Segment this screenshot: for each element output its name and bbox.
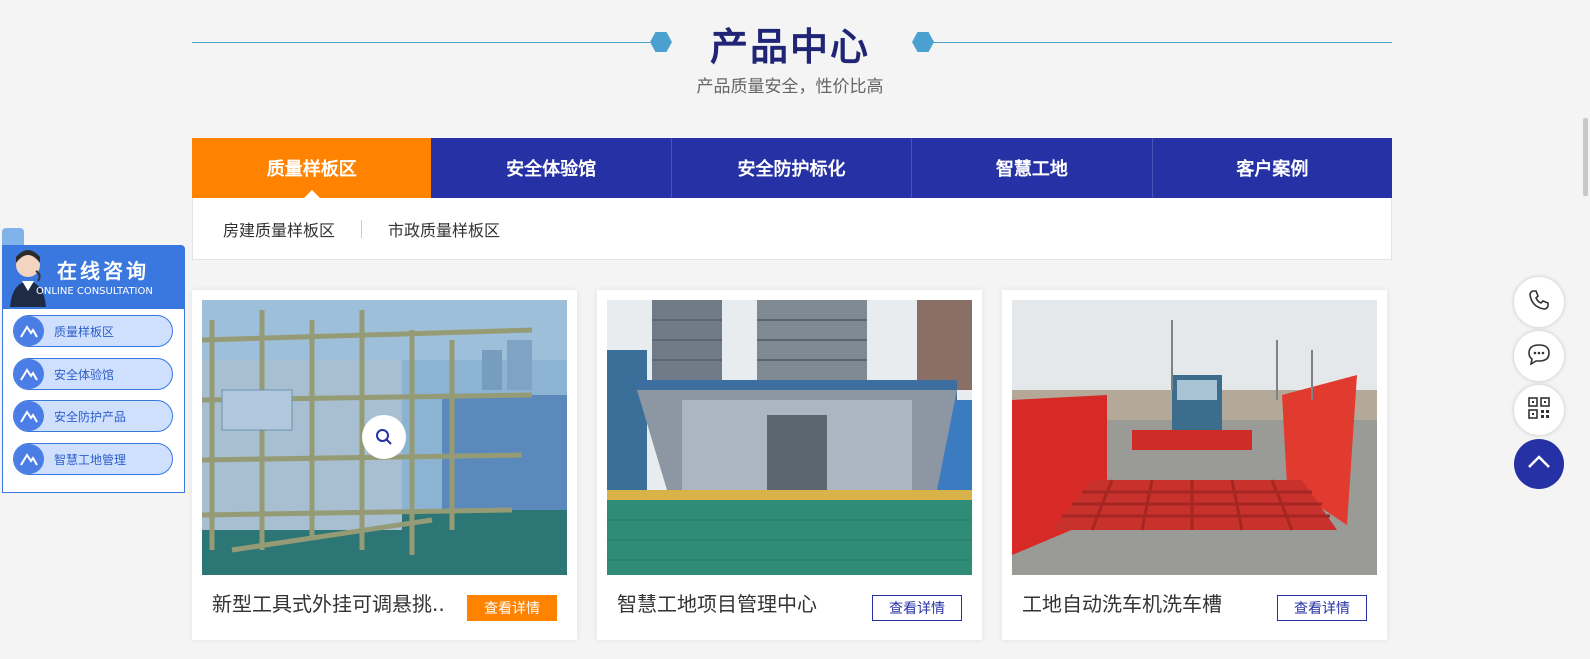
chat-icon [1527, 343, 1551, 369]
subtab-building-quality[interactable]: 房建质量样板区 [223, 217, 335, 241]
subtab-municipal-quality[interactable]: 市政质量样板区 [388, 217, 500, 241]
page-scrollbar[interactable] [1583, 118, 1588, 196]
product-card[interactable]: 智慧工地项目管理中心 查看详情 [597, 290, 982, 640]
product-image-scaffold[interactable] [202, 300, 567, 575]
category-tabs: 质量样板区 安全体验馆 安全防护标化 智慧工地 客户案例 [192, 138, 1392, 198]
view-details-button[interactable]: 查看详情 [872, 595, 962, 621]
subcategory-bar: 房建质量样板区 市政质量样板区 [192, 198, 1392, 260]
consult-item-label: 智慧工地管理 [54, 452, 127, 467]
view-details-button[interactable]: 查看详情 [467, 595, 557, 621]
product-image-management-center[interactable] [607, 300, 972, 575]
consult-item-quality[interactable]: 质量样板区 [13, 315, 173, 347]
consult-header[interactable]: 在线咨询 ONLINE CONSULTATION [2, 245, 185, 309]
phone-icon [1528, 289, 1550, 315]
product-title[interactable]: 工地自动洗车机洗车槽 [1022, 588, 1257, 617]
view-details-button[interactable]: 查看详情 [1277, 595, 1367, 621]
tab-smart-site[interactable]: 智慧工地 [912, 138, 1153, 198]
subtab-divider [361, 219, 363, 238]
tab-safety-experience[interactable]: 安全体验馆 [431, 138, 672, 198]
mountain-icon [14, 444, 44, 474]
consult-item-label: 安全体验馆 [54, 367, 115, 382]
tab-safety-protection[interactable]: 安全防护标化 [672, 138, 913, 198]
mountain-icon [14, 359, 44, 389]
product-image-wheel-washer[interactable] [1012, 300, 1377, 575]
product-title[interactable]: 智慧工地项目管理中心 [617, 588, 852, 617]
product-card[interactable]: 工地自动洗车机洗车槽 查看详情 [1002, 290, 1387, 640]
tab-quality-sample[interactable]: 质量样板区 [192, 138, 432, 198]
qrcode-button[interactable] [1514, 385, 1564, 435]
chevron-up-icon [1527, 454, 1551, 474]
consult-item-label: 安全防护产品 [54, 409, 127, 424]
qrcode-icon [1528, 397, 1550, 423]
agent-avatar [6, 247, 50, 307]
section-heading: 产品中心 产品质量安全，性价比高 [0, 0, 1590, 110]
chat-button[interactable] [1514, 331, 1564, 381]
phone-button[interactable] [1514, 277, 1564, 327]
consult-menu: 质量样板区 安全体验馆 安全防护产品 智慧工地管理 [2, 309, 185, 493]
section-title: 产品中心 [709, 25, 870, 69]
consult-item-experience[interactable]: 安全体验馆 [13, 358, 173, 390]
consult-title: 在线咨询 [57, 259, 149, 283]
magnify-icon[interactable] [362, 415, 406, 459]
heading-divider-right [926, 42, 1392, 43]
online-consultation-panel: 在线咨询 ONLINE CONSULTATION 质量样板区 安全体验馆 安全防… [2, 228, 185, 493]
product-title[interactable]: 新型工具式外挂可调悬挑.. [212, 588, 447, 617]
consult-item-label: 质量样板区 [54, 324, 115, 339]
consult-subtitle: ONLINE CONSULTATION [36, 286, 153, 297]
consult-item-protection[interactable]: 安全防护产品 [13, 400, 173, 432]
mountain-icon [14, 316, 44, 346]
section-subtitle: 产品质量安全，性价比高 [696, 77, 884, 97]
back-to-top-button[interactable] [1514, 439, 1564, 489]
consult-item-smart-site[interactable]: 智慧工地管理 [13, 443, 173, 475]
product-card[interactable]: 新型工具式外挂可调悬挑.. 查看详情 [192, 290, 577, 640]
mountain-icon [14, 401, 44, 431]
tab-customer-cases[interactable]: 客户案例 [1153, 138, 1392, 198]
